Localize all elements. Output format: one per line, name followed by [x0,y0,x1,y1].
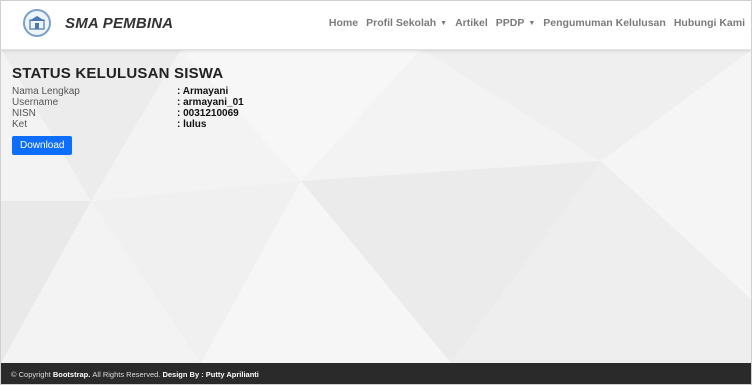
page: SMA PEMBINA Home Profil Sekolah ▼ Artike… [0,0,752,385]
field-row-ket: Ket : lulus [12,119,244,130]
field-row-nisn: NISN : 0031210069 [12,108,244,119]
navbar: SMA PEMBINA Home Profil Sekolah ▼ Artike… [1,1,751,50]
nav-artikel-label: Artikel [455,17,488,29]
nav-profil-sekolah[interactable]: Profil Sekolah ▼ [366,17,447,29]
field-label: Ket [12,119,28,130]
main-nav: Home Profil Sekolah ▼ Artikel PPDP ▼ Pen… [321,17,745,29]
field-row-nama: Nama Lengkap : Armayani [12,86,244,97]
nav-ppdp[interactable]: PPDP ▼ [496,17,536,29]
field-value: : armayani_01 [177,97,244,108]
brand[interactable]: SMA PEMBINA [23,9,173,37]
field-value: : 0031210069 [177,108,239,119]
field-label: Nama Lengkap [12,86,80,97]
nav-home[interactable]: Home [329,17,358,29]
field-value: : lulus [177,119,207,130]
page-title: STATUS KELULUSAN SISWA [12,65,224,82]
nav-pengumuman-kelulusan-label: Pengumuman Kelulusan [543,17,666,29]
background-polygons [1,49,751,363]
footer-brand-link[interactable]: Bootstrap. [53,370,91,379]
caret-down-icon: ▼ [440,19,448,27]
nav-ppdp-label: PPDP [495,17,525,29]
nav-hubungi-kami[interactable]: Hubungi Kami [674,17,745,29]
field-label: NISN [12,108,36,119]
download-button[interactable]: Download [12,136,73,155]
nav-home-label: Home [328,17,359,29]
caret-down-icon: ▼ [528,19,536,27]
brand-name: SMA PEMBINA [65,14,174,32]
field-row-username: Username : armayani_01 [12,97,244,108]
field-value: : Armayani [177,86,229,97]
nav-artikel[interactable]: Artikel [455,17,488,29]
footer-rights: All Rights Reserved. [92,369,161,379]
main-content: STATUS KELULUSAN SISWA Nama Lengkap : Ar… [12,65,244,155]
copyright-text: Copyright [18,369,51,379]
school-crest-icon [23,9,51,37]
field-label: Username [12,97,59,108]
footer-designer: Design By : Putty Aprilianti [162,369,259,379]
nav-profil-sekolah-label: Profil Sekolah [366,17,437,29]
nav-hubungi-kami-label: Hubungi Kami [673,17,745,29]
footer: © Copyright Bootstrap. All Rights Reserv… [1,363,751,384]
nav-pengumuman-kelulusan[interactable]: Pengumuman Kelulusan [543,17,666,29]
